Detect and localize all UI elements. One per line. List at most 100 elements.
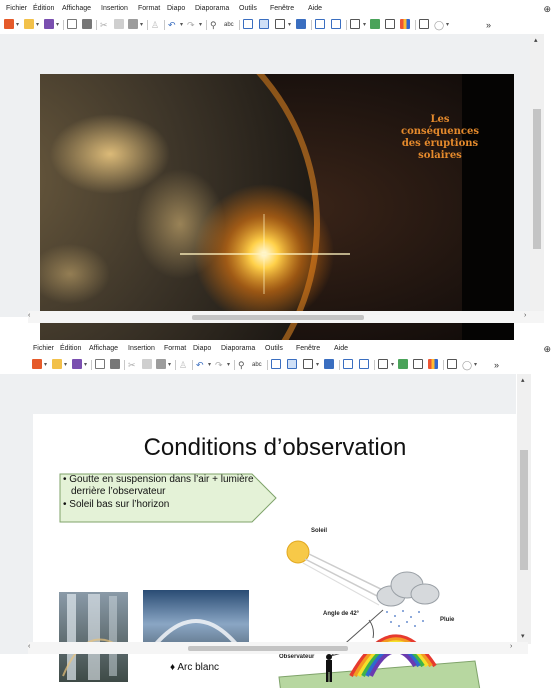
pin-icon[interactable]: ⊕	[543, 4, 551, 15]
start-first-icon[interactable]	[315, 19, 325, 31]
fontwork-icon[interactable]	[419, 19, 429, 31]
start-current-icon[interactable]	[359, 359, 369, 371]
new-icon[interactable]	[32, 359, 42, 371]
display-views-icon[interactable]	[259, 19, 269, 31]
undo-dropdown-icon[interactable]: ▾	[208, 361, 211, 368]
new-dropdown-icon[interactable]: ▾	[44, 361, 47, 368]
redo-icon[interactable]: ↷	[187, 19, 195, 31]
find-replace-icon[interactable]: ⚲	[210, 19, 217, 31]
menu-fichier[interactable]: Fichier	[33, 345, 54, 352]
textbox-icon[interactable]	[413, 359, 423, 371]
menu-insertion[interactable]: Insertion	[101, 5, 128, 12]
master-slide-icon[interactable]	[275, 19, 285, 31]
scroll-left-icon[interactable]: ‹	[28, 312, 30, 319]
vertical-scrollbar[interactable]: ▴	[530, 34, 544, 317]
grid-icon[interactable]	[271, 359, 281, 371]
horizontal-scrollbar[interactable]: ‹ ›	[28, 311, 544, 323]
master-dropdown-icon[interactable]: ▾	[316, 361, 319, 368]
toolbar-overflow-icon[interactable]: »	[494, 359, 499, 371]
horizontal-scrollbar[interactable]: ‹ ›	[28, 642, 528, 654]
vertical-scroll-thumb[interactable]	[533, 109, 541, 249]
menu-affichage[interactable]: Affichage	[89, 345, 118, 352]
redo-dropdown-icon[interactable]: ▾	[227, 361, 230, 368]
vertical-scroll-thumb[interactable]	[520, 450, 528, 570]
start-first-icon[interactable]	[343, 359, 353, 371]
redo-dropdown-icon[interactable]: ▾	[199, 21, 202, 28]
export-pdf-icon[interactable]	[67, 19, 77, 31]
redo-icon[interactable]: ↷	[215, 359, 223, 371]
undo-icon[interactable]: ↶	[168, 19, 176, 31]
spelling-icon[interactable]: abc	[252, 359, 262, 371]
start-current-icon[interactable]	[331, 19, 341, 31]
undo-dropdown-icon[interactable]: ▾	[180, 21, 183, 28]
table-icon[interactable]	[378, 359, 388, 371]
menu-diaporama[interactable]: Diaporama	[221, 345, 255, 352]
menu-outils[interactable]: Outils	[239, 5, 257, 12]
clone-format-icon[interactable]: ♙	[179, 359, 187, 371]
table-icon[interactable]	[350, 19, 360, 31]
horizontal-scroll-thumb[interactable]	[192, 315, 364, 320]
cut-icon[interactable]: ✂	[128, 359, 136, 371]
chart-icon[interactable]	[428, 359, 438, 371]
textbox-icon[interactable]	[385, 19, 395, 31]
copy-icon[interactable]	[142, 359, 152, 371]
slide-layout-icon[interactable]	[296, 19, 306, 31]
print-icon[interactable]	[110, 359, 120, 371]
fontwork-icon[interactable]	[447, 359, 457, 371]
cut-icon[interactable]: ✂	[100, 19, 108, 31]
paste-icon[interactable]	[156, 359, 166, 371]
print-icon[interactable]	[82, 19, 92, 31]
open-icon[interactable]	[24, 19, 34, 31]
scroll-right-icon[interactable]: ›	[524, 312, 526, 319]
open-dropdown-icon[interactable]: ▾	[64, 361, 67, 368]
table-dropdown-icon[interactable]: ▾	[363, 21, 366, 28]
master-dropdown-icon[interactable]: ▾	[288, 21, 291, 28]
menu-fenetre[interactable]: Fenêtre	[270, 5, 294, 12]
paste-dropdown-icon[interactable]: ▾	[140, 21, 143, 28]
save-icon[interactable]	[72, 359, 82, 371]
image-icon[interactable]	[370, 19, 380, 31]
display-views-icon[interactable]	[287, 359, 297, 371]
new-icon[interactable]	[4, 19, 14, 31]
menu-outils[interactable]: Outils	[265, 345, 283, 352]
export-pdf-icon[interactable]	[95, 359, 105, 371]
pin-icon[interactable]: ⊕	[543, 344, 551, 355]
shapes-dropdown-icon[interactable]: ▾	[474, 361, 477, 368]
shapes-icon[interactable]: ◯	[434, 19, 444, 31]
menu-diapo[interactable]: Diapo	[193, 345, 211, 352]
image-icon[interactable]	[398, 359, 408, 371]
table-dropdown-icon[interactable]: ▾	[391, 361, 394, 368]
scroll-down-icon[interactable]: ▾	[521, 632, 525, 640]
menu-diaporama[interactable]: Diaporama	[195, 5, 229, 12]
shapes-icon[interactable]: ◯	[462, 359, 472, 371]
spelling-icon[interactable]: abc	[224, 19, 234, 31]
toolbar-overflow-icon[interactable]: »	[486, 19, 491, 31]
menu-aide[interactable]: Aide	[334, 345, 348, 352]
scroll-left-icon[interactable]: ‹	[28, 643, 30, 650]
menu-fichier[interactable]: Fichier	[6, 5, 27, 12]
scroll-up-icon[interactable]: ▴	[534, 36, 538, 44]
menu-diapo[interactable]: Diapo	[167, 5, 185, 12]
shapes-dropdown-icon[interactable]: ▾	[446, 21, 449, 28]
menu-insertion[interactable]: Insertion	[128, 345, 155, 352]
paste-icon[interactable]	[128, 19, 138, 31]
save-dropdown-icon[interactable]: ▾	[56, 21, 59, 28]
clone-format-icon[interactable]: ♙	[151, 19, 159, 31]
chart-icon[interactable]	[400, 19, 410, 31]
menu-edition[interactable]: Édition	[60, 345, 81, 352]
paste-dropdown-icon[interactable]: ▾	[168, 361, 171, 368]
slide-layout-icon[interactable]	[324, 359, 334, 371]
save-dropdown-icon[interactable]: ▾	[84, 361, 87, 368]
find-replace-icon[interactable]: ⚲	[238, 359, 245, 371]
menu-format[interactable]: Format	[164, 345, 186, 352]
open-icon[interactable]	[52, 359, 62, 371]
horizontal-scroll-thumb[interactable]	[188, 646, 348, 651]
scroll-up-icon[interactable]: ▴	[521, 376, 525, 384]
new-dropdown-icon[interactable]: ▾	[16, 21, 19, 28]
open-dropdown-icon[interactable]: ▾	[36, 21, 39, 28]
vertical-scrollbar[interactable]: ▴ ▾	[517, 374, 531, 644]
grid-icon[interactable]	[243, 19, 253, 31]
copy-icon[interactable]	[114, 19, 124, 31]
save-icon[interactable]	[44, 19, 54, 31]
menu-aide[interactable]: Aide	[308, 5, 322, 12]
